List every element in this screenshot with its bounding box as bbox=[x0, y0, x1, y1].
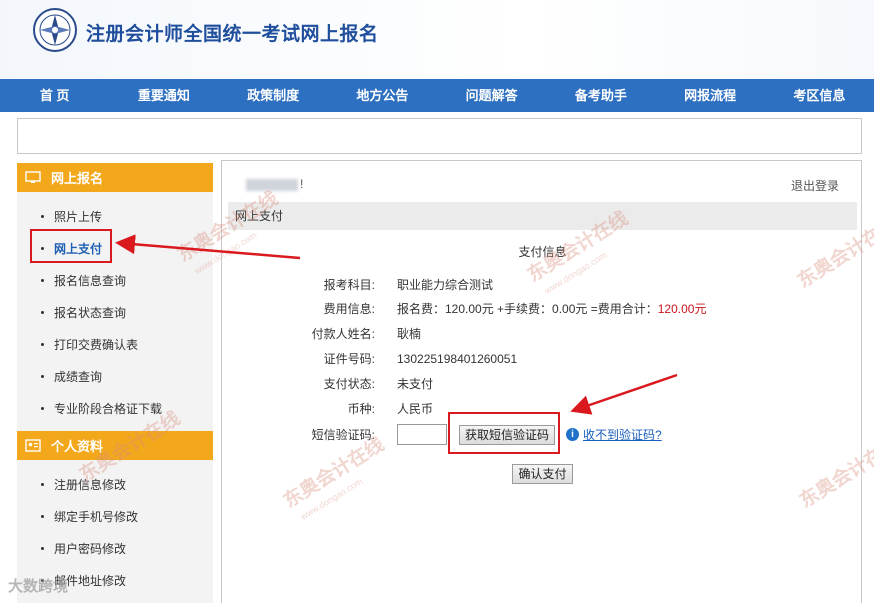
nav-exam-area[interactable]: 考区信息 bbox=[765, 79, 874, 112]
sidebar-section-registration: 网上报名 bbox=[17, 163, 213, 192]
main-nav: 首 页 重要通知 政策制度 地方公告 问题解答 备考助手 网报流程 考区信息 bbox=[0, 79, 874, 112]
sidebar-section-profile: 个人资料 bbox=[17, 431, 213, 460]
bullet-icon bbox=[41, 214, 44, 218]
site-title: 注册会计师全国统一考试网上报名 bbox=[86, 24, 379, 45]
row-label: 报考科目: bbox=[323, 278, 375, 292]
nav-notices[interactable]: 重要通知 bbox=[109, 79, 218, 112]
bullet-icon bbox=[41, 482, 44, 486]
sms-code-input[interactable] bbox=[397, 424, 447, 445]
header: 注册会计师全国统一考试网上报名 bbox=[0, 0, 874, 79]
row-payment-status: 支付状态: 未支付 bbox=[222, 374, 861, 394]
row-label: 币种: bbox=[347, 402, 375, 416]
row-value: 人民币 bbox=[397, 402, 434, 416]
sidebar-item-label: 用户密码修改 bbox=[54, 541, 127, 556]
sidebar-item-label: 报名信息查询 bbox=[54, 273, 127, 288]
annotation-highlight-sms-button bbox=[448, 412, 560, 454]
row-value: 报名费：120.00元 +手续费：0.00元 =费用合计：120.00元 bbox=[397, 299, 706, 319]
sidebar-item-photo-upload[interactable]: 照片上传 bbox=[17, 200, 213, 232]
page: 注册会计师全国统一考试网上报名 首 页 重要通知 政策制度 地方公告 问题解答 … bbox=[0, 0, 874, 603]
sidebar-item-label: 照片上传 bbox=[54, 209, 103, 224]
sidebar-item-label: 注册信息修改 bbox=[54, 477, 127, 492]
sidebar-item-label: 成绩查询 bbox=[54, 369, 103, 384]
row-value: 耿楠 bbox=[397, 327, 422, 341]
bullet-icon bbox=[41, 546, 44, 550]
annotation-highlight-online-payment bbox=[30, 229, 112, 263]
nav-local-announcements[interactable]: 地方公告 bbox=[328, 79, 437, 112]
sidebar-item-edit-password[interactable]: 用户密码修改 bbox=[17, 532, 213, 564]
row-payer: 付款人姓名: 耿楠 bbox=[222, 324, 861, 344]
sidebar-section-title: 个人资料 bbox=[51, 439, 104, 454]
welcome-message: ! bbox=[246, 177, 303, 191]
confirm-payment-button[interactable]: 确认支付 bbox=[512, 464, 573, 484]
section-title-bar: 网上支付 bbox=[228, 202, 857, 230]
blurred-username bbox=[246, 178, 298, 191]
bullet-icon bbox=[41, 310, 44, 314]
row-fee: 费用信息: 报名费：120.00元 +手续费：0.00元 =费用合计：120.0… bbox=[222, 299, 861, 319]
sidebar-item-label: 绑定手机号修改 bbox=[54, 509, 139, 524]
banner-box bbox=[17, 118, 862, 154]
row-label: 证件号码: bbox=[323, 352, 375, 366]
form-title: 支付信息 bbox=[518, 245, 567, 259]
bullet-icon bbox=[41, 374, 44, 378]
row-id-number: 证件号码: 130225198401260051 bbox=[222, 349, 861, 369]
bullet-icon bbox=[41, 278, 44, 282]
welcome-suffix: ! bbox=[300, 177, 304, 191]
payment-status-badge: 未支付 bbox=[397, 377, 434, 391]
bullet-icon bbox=[41, 406, 44, 410]
sidebar-item-label: 专业阶段合格证下载 bbox=[54, 401, 163, 416]
monitor-icon bbox=[25, 171, 41, 183]
sidebar-item-registration-query[interactable]: 报名信息查询 bbox=[17, 264, 213, 296]
sidebar-section-title: 网上报名 bbox=[51, 171, 104, 186]
row-label: 短信验证码: bbox=[311, 428, 375, 442]
no-code-help-link[interactable]: 收不到验证码? bbox=[583, 425, 662, 445]
sidebar-item-edit-phone[interactable]: 绑定手机号修改 bbox=[17, 500, 213, 532]
nav-home[interactable]: 首 页 bbox=[0, 79, 109, 112]
nav-process[interactable]: 网报流程 bbox=[656, 79, 765, 112]
nav-policy[interactable]: 政策制度 bbox=[219, 79, 328, 112]
sidebar-item-certificate-download[interactable]: 专业阶段合格证下载 bbox=[17, 392, 213, 424]
sidebar-item-label: 报名状态查询 bbox=[54, 305, 127, 320]
sidebar-item-score-query[interactable]: 成绩查询 bbox=[17, 360, 213, 392]
help-icon: i bbox=[566, 428, 579, 441]
row-value: 职业能力综合测试 bbox=[397, 278, 494, 292]
corner-watermark: 大数跨境 bbox=[8, 578, 69, 595]
sidebar-list-registration: 照片上传 网上支付 报名信息查询 报名状态查询 打印交费确认表 成绩查询 专业阶… bbox=[17, 192, 213, 424]
bullet-icon bbox=[41, 514, 44, 518]
row-label: 支付状态: bbox=[323, 377, 375, 391]
row-label: 付款人姓名: bbox=[311, 327, 375, 341]
sidebar-item-edit-registration[interactable]: 注册信息修改 bbox=[17, 468, 213, 500]
fee-total: 120.00元 bbox=[657, 302, 707, 316]
nav-faq[interactable]: 问题解答 bbox=[437, 79, 546, 112]
nav-exam-helper[interactable]: 备考助手 bbox=[546, 79, 655, 112]
sidebar-item-print-receipt[interactable]: 打印交费确认表 bbox=[17, 328, 213, 360]
cicpa-logo bbox=[33, 8, 77, 52]
row-label: 费用信息: bbox=[323, 302, 375, 316]
sidebar-item-status-query[interactable]: 报名状态查询 bbox=[17, 296, 213, 328]
row-value: 130225198401260051 bbox=[397, 352, 518, 366]
id-card-icon bbox=[25, 439, 41, 452]
logout-link[interactable]: 退出登录 bbox=[791, 177, 839, 194]
main-panel: ! 退出登录 网上支付 支付信息 报考科目: 职业能力综合测试 费用信息: 报名… bbox=[221, 160, 862, 603]
sidebar-item-label: 打印交费确认表 bbox=[54, 337, 139, 352]
row-subject: 报考科目: 职业能力综合测试 bbox=[222, 275, 861, 295]
fee-breakdown: 报名费：120.00元 +手续费：0.00元 =费用合计： bbox=[397, 302, 658, 316]
bullet-icon bbox=[41, 342, 44, 346]
